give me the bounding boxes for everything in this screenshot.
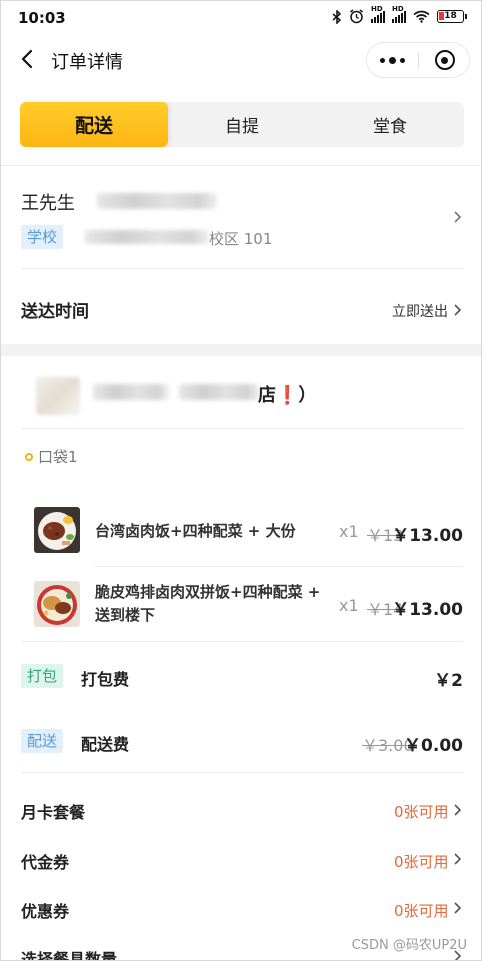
- address-tag: 学校: [21, 225, 64, 249]
- address-card[interactable]: 王先生 学校 校区 101: [1, 167, 481, 269]
- alarm-icon: [350, 9, 363, 24]
- list-item: 台湾卤肉饭+四种配菜 + 大份 x1 ￥13 ￥13.00: [1, 505, 481, 561]
- coupon-value: 0张可用: [394, 902, 449, 920]
- chevron-right-icon: [454, 902, 462, 914]
- exclaim-icon: ❗: [276, 385, 299, 406]
- store-name-suffix: 店: [258, 385, 276, 406]
- bag-label: 口袋1: [25, 446, 78, 467]
- miniprogram-close-icon[interactable]: [419, 43, 470, 77]
- redacted-address: [85, 230, 209, 244]
- divider: [1, 165, 481, 166]
- status-icons: HD HD 18: [332, 5, 467, 24]
- coupon-label: 优惠券: [21, 902, 70, 921]
- more-dots-icon[interactable]: [367, 43, 418, 77]
- bag-label-text: 口袋1: [38, 448, 78, 466]
- redacted-phone: [97, 193, 217, 209]
- food-qty: x1: [339, 522, 359, 541]
- nav-bar: 订单详情: [1, 35, 481, 85]
- food-name: 台湾卤肉饭+四种配菜 + 大份: [95, 522, 296, 540]
- divider: [21, 641, 463, 642]
- delivery-time-value: 立即送出: [392, 304, 448, 320]
- signal-2-icon: HD: [392, 5, 406, 23]
- food-name-line-1: 脆皮鸡排卤肉双拼饭+四种配菜 +: [95, 583, 321, 601]
- food-price: ￥13.00: [392, 526, 463, 546]
- voucher-label: 代金券: [21, 853, 70, 872]
- store-name-tail: 店❗）: [258, 381, 316, 407]
- wifi-icon: [413, 10, 430, 23]
- packing-tag: 打包: [21, 664, 64, 688]
- packing-fee-label: 打包费: [81, 670, 130, 689]
- divider: [21, 772, 463, 773]
- signal-2-label: HD: [392, 4, 404, 13]
- food-price: ￥13.00: [392, 600, 463, 620]
- mode-tabs: 配送 自提 堂食: [20, 102, 464, 147]
- redacted-store-name: [93, 384, 169, 400]
- miniprogram-capsule: [366, 42, 470, 78]
- divider: [21, 428, 463, 429]
- tab-delivery[interactable]: 配送: [20, 102, 168, 147]
- status-bar: 10:03 HD HD 18: [1, 1, 481, 35]
- battery-level: 18: [444, 11, 457, 21]
- redacted-store-name: [179, 384, 259, 400]
- section-gap: [1, 344, 481, 356]
- bag-dot-icon: [25, 452, 33, 461]
- tableware-label: 选择餐具数量: [21, 950, 118, 961]
- store-logo: [36, 377, 80, 415]
- phone-screen: 10:03 HD HD 18 订单详情 配送 自提 堂食 王先生 学校 校区 1…: [0, 0, 482, 961]
- signal-1-icon: HD: [371, 5, 385, 23]
- delivery-fee-label: 配送费: [81, 735, 130, 754]
- chevron-right-icon: [454, 804, 462, 816]
- packing-fee-value: ￥2: [434, 671, 463, 691]
- food-image: [34, 581, 80, 627]
- tab-dine-in[interactable]: 堂食: [316, 102, 464, 147]
- battery-icon: 18: [437, 10, 467, 23]
- store-name-paren: ）: [298, 385, 317, 406]
- food-name-line-2: 送到楼下: [95, 606, 156, 624]
- monthly-card-label: 月卡套餐: [21, 803, 86, 822]
- food-qty: x1: [339, 596, 359, 615]
- address-tail: 校区 101: [209, 230, 273, 248]
- chevron-left-icon[interactable]: [18, 48, 38, 70]
- chevron-right-icon: [454, 853, 462, 865]
- divider: [21, 268, 463, 269]
- delivery-tag: 配送: [21, 729, 64, 753]
- page-title: 订单详情: [51, 52, 123, 73]
- chevron-right-icon: [454, 211, 462, 223]
- tab-pickup[interactable]: 自提: [168, 102, 316, 147]
- chevron-right-icon: [454, 304, 462, 316]
- delivery-fee-value: ￥0.00: [404, 736, 463, 756]
- bluetooth-icon: [332, 9, 342, 24]
- watermark: CSDN @码农UP2U: [351, 938, 467, 953]
- voucher-value: 0张可用: [394, 853, 449, 871]
- status-time: 10:03: [18, 9, 66, 27]
- delivery-time-label: 送达时间: [21, 302, 89, 322]
- recipient-name: 王先生: [21, 193, 75, 214]
- list-item: 脆皮鸡排卤肉双拼饭+四种配菜 + 送到楼下 x1 ￥14 ￥13.00: [1, 579, 481, 633]
- monthly-card-value: 0张可用: [394, 803, 449, 821]
- signal-1-label: HD: [371, 4, 383, 13]
- food-image: [34, 507, 80, 553]
- divider: [95, 566, 463, 567]
